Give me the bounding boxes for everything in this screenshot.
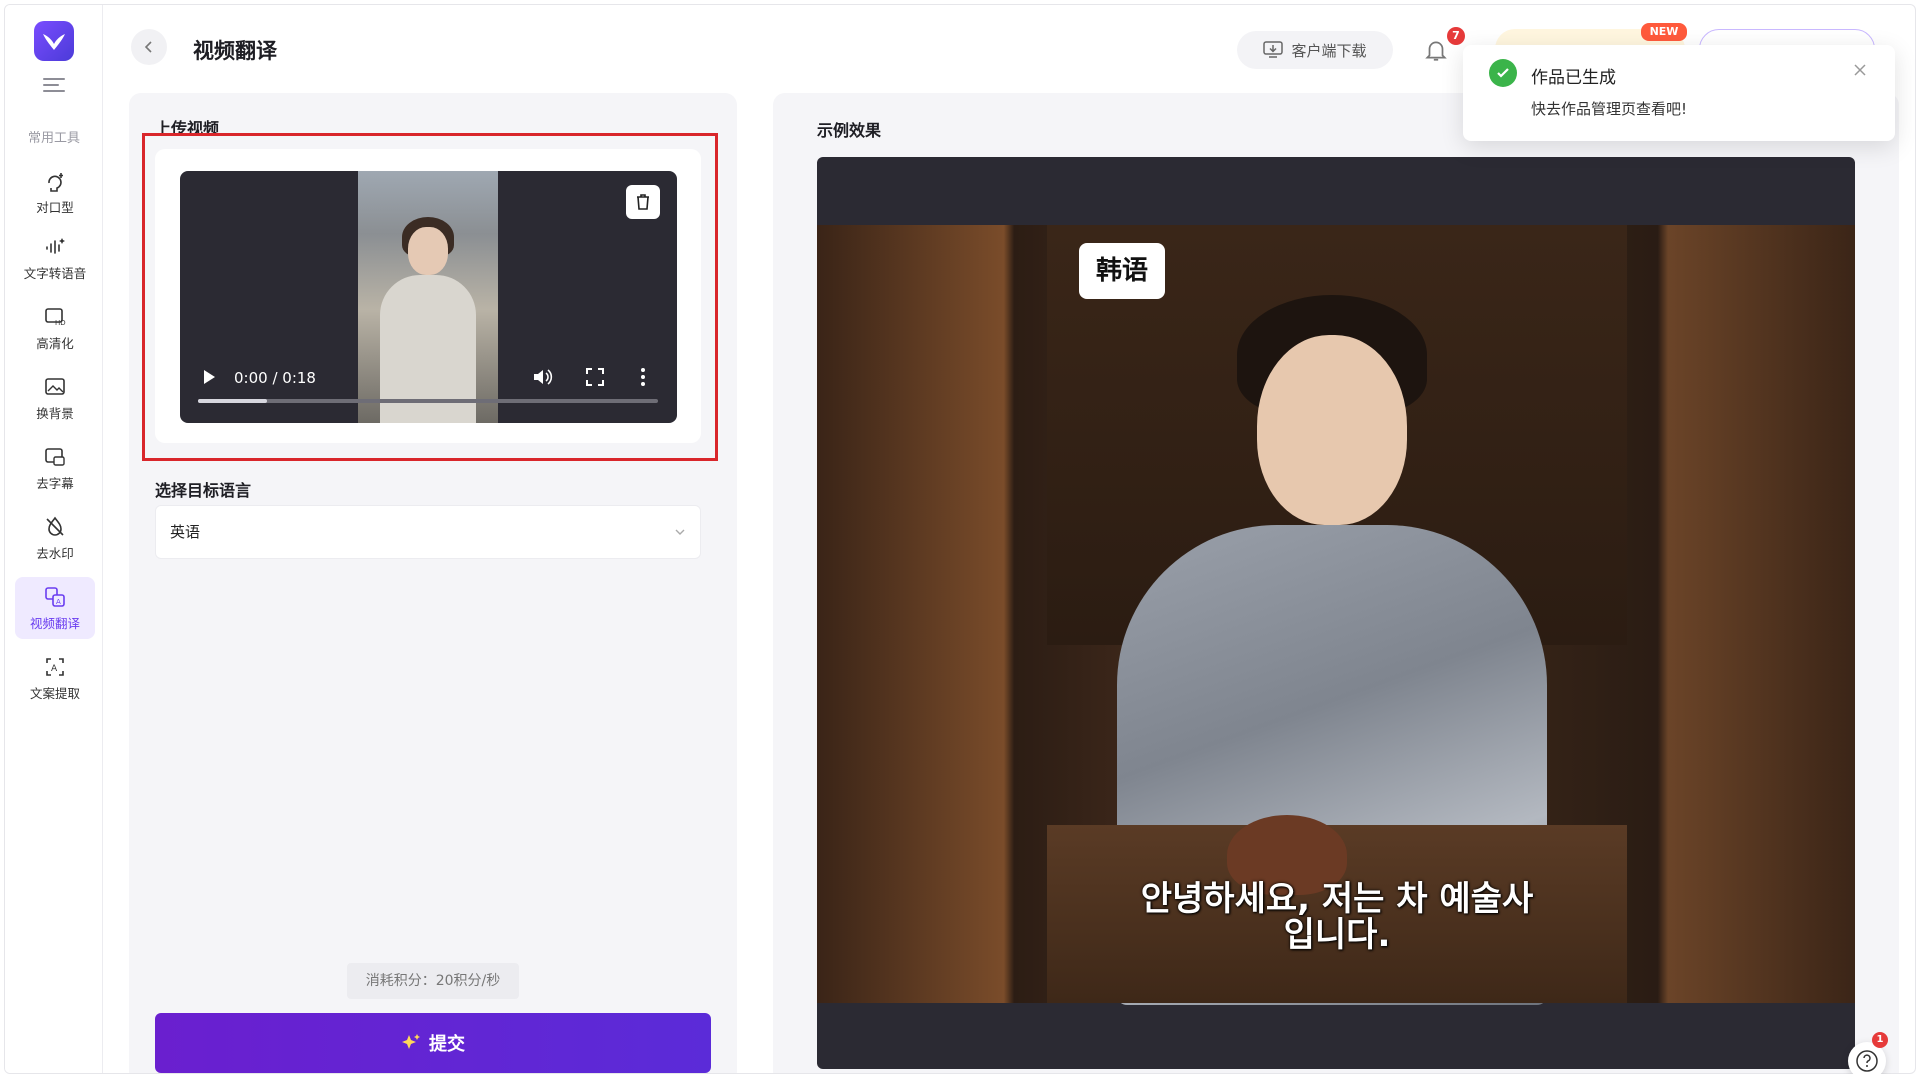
video-progress-fill <box>198 399 267 403</box>
sidebar-item-label: 去字幕 <box>36 475 74 491</box>
sparkle-icon <box>402 1034 420 1049</box>
example-image: 韩语 안녕하세요, 저는 차 예술사 입니다. <box>817 225 1855 1005</box>
play-icon[interactable] <box>202 369 216 385</box>
remove-subtitle-icon <box>45 447 65 466</box>
sidebar-item-lip-sync[interactable]: 对口型 <box>15 161 95 223</box>
svg-text:A: A <box>51 664 58 674</box>
text-extract-icon: A <box>46 657 64 676</box>
sidebar-item-remove-watermark[interactable]: 去水印 <box>15 507 95 569</box>
chevron-down-icon <box>675 529 685 535</box>
lip-sync-icon <box>48 172 63 192</box>
sidebar-item-hd[interactable]: HD 高清化 <box>15 297 95 359</box>
chevron-left-icon <box>144 41 152 53</box>
menu-toggle-icon[interactable] <box>43 78 65 96</box>
client-download-button[interactable]: 客户端下载 <box>1237 31 1393 69</box>
sidebar-item-text-to-speech[interactable]: 文字转语音 <box>15 227 95 289</box>
svg-text:HD: HD <box>55 319 66 327</box>
video-translate-icon: A <box>45 586 65 607</box>
example-language-tag: 韩语 <box>1079 243 1165 299</box>
upload-label: 上传视频 <box>155 119 220 138</box>
target-language-label: 选择目标语言 <box>155 481 252 500</box>
example-label: 示例效果 <box>817 121 882 140</box>
target-language-value: 英语 <box>170 523 201 541</box>
success-toast: 作品已生成 快去作品管理页查看吧! <box>1463 45 1895 141</box>
video-progress-bar[interactable] <box>198 399 658 403</box>
download-label: 客户端下载 <box>1291 41 1367 60</box>
logo-icon <box>43 34 65 50</box>
example-video: 韩语 안녕하세요, 저는 차 예술사 입니다. <box>817 157 1855 1069</box>
close-icon[interactable] <box>1851 61 1869 79</box>
video-controls: 0:00 / 0:18 <box>180 357 677 423</box>
notification-badge: 7 <box>1447 27 1465 45</box>
sidebar-item-background[interactable]: 换背景 <box>15 367 95 429</box>
new-badge: NEW <box>1641 23 1687 41</box>
volume-icon[interactable] <box>532 367 554 387</box>
fullscreen-icon[interactable] <box>586 368 604 386</box>
sidebar-item-label: 文字转语音 <box>23 265 87 281</box>
check-circle-icon <box>1489 59 1517 87</box>
bell-icon[interactable] <box>1423 37 1449 63</box>
app-logo[interactable] <box>34 21 74 61</box>
help-badge: 1 <box>1872 1032 1888 1048</box>
sidebar-item-label: 对口型 <box>36 199 74 215</box>
sidebar: 常用工具 对口型 文字转语音 HD 高清化 换背景 去字幕 去水印 A 视频翻译 <box>5 5 103 1073</box>
more-options-icon[interactable] <box>640 366 646 388</box>
subtitle-line: 입니다. <box>1283 915 1391 955</box>
sidebar-item-label: 文案提取 <box>29 685 80 701</box>
submit-button[interactable]: 提交 <box>155 1013 711 1073</box>
background-swap-icon <box>45 377 65 395</box>
sidebar-item-remove-subtitle[interactable]: 去字幕 <box>15 437 95 499</box>
app-window: 常用工具 对口型 文字转语音 HD 高清化 换背景 去字幕 去水印 A 视频翻译 <box>4 4 1916 1074</box>
subtitle-line: 안녕하세요, 저는 차 예술사 <box>1140 879 1534 919</box>
submit-label: 提交 <box>429 1034 465 1055</box>
remove-watermark-icon <box>46 516 64 536</box>
toast-message: 快去作品管理页查看吧! <box>1531 100 1688 118</box>
target-language-select[interactable]: 英语 <box>155 505 701 559</box>
video-player[interactable]: 0:00 / 0:18 <box>180 171 677 423</box>
page-title: 视频翻译 <box>193 39 277 63</box>
sidebar-item-label: 去水印 <box>36 545 74 561</box>
delete-video-button[interactable] <box>626 185 660 219</box>
text-to-speech-icon <box>46 237 65 254</box>
sidebar-item-video-translate[interactable]: A 视频翻译 <box>15 577 95 639</box>
trash-icon <box>637 194 649 210</box>
sidebar-item-text-extract[interactable]: A 文案提取 <box>15 647 95 709</box>
sidebar-item-label: 视频翻译 <box>29 615 80 631</box>
hd-icon: HD <box>45 307 66 327</box>
back-button[interactable] <box>131 29 167 65</box>
sidebar-item-label: 高清化 <box>36 335 74 351</box>
svg-text:A: A <box>56 598 61 606</box>
sidebar-item-label: 换背景 <box>36 405 74 421</box>
cost-info: 消耗积分：20积分/秒 <box>347 963 519 999</box>
example-subtitle: 안녕하세요, 저는 차 예술사 입니다. <box>1047 881 1627 953</box>
help-icon <box>1856 1050 1878 1072</box>
video-time: 0:00 / 0:18 <box>234 369 316 387</box>
sidebar-section-label: 常用工具 <box>27 131 80 146</box>
download-icon <box>1263 41 1284 58</box>
toast-title: 作品已生成 <box>1531 68 1616 88</box>
